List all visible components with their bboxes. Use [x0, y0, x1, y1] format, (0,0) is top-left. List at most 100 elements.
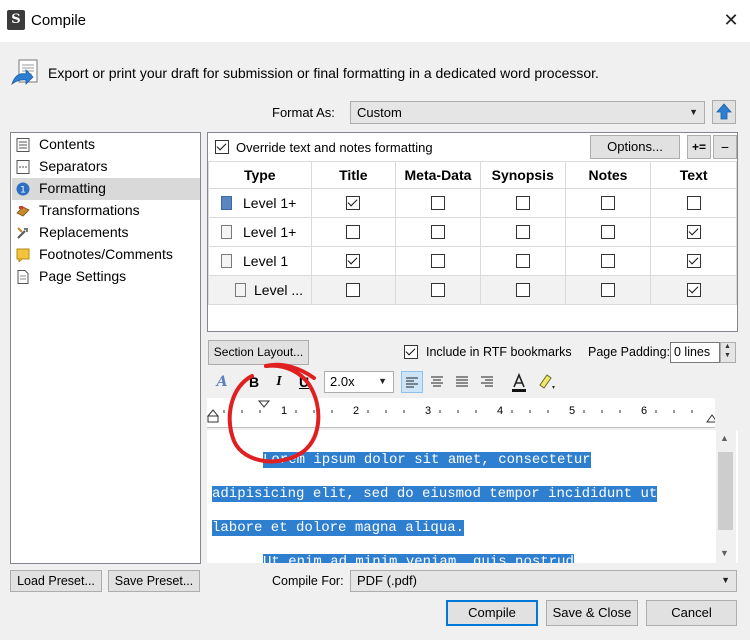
synopsis-checkbox[interactable] [515, 254, 530, 268]
column-header-synopsis: Synopsis [479, 161, 566, 189]
highlighter-icon [539, 374, 555, 389]
sample-text-editor[interactable]: Lorem ipsum dolor sit amet, consectetur … [207, 430, 738, 563]
cancel-button[interactable]: Cancel [646, 600, 737, 626]
compile-for-label: Compile For: [272, 574, 344, 588]
options-button[interactable]: Options... [590, 135, 680, 159]
chevron-down-icon: ▼ [724, 352, 731, 359]
title-checkbox[interactable] [346, 196, 361, 210]
formatting-levels-table: Type Title Meta-Data Synopsis Notes Text… [208, 161, 737, 305]
column-header-metadata: Meta-Data [395, 161, 481, 189]
sidebar-item-replacements[interactable]: Replacements [12, 222, 200, 244]
document-icon [221, 254, 232, 268]
metadata-checkbox[interactable] [430, 225, 445, 239]
align-justify-button[interactable] [452, 371, 474, 393]
column-header-type: Type [208, 161, 312, 189]
sidebar-item-label: Contents [39, 136, 96, 152]
title-bar: S Compile ✕ [0, 0, 750, 42]
scroll-thumb[interactable] [718, 452, 733, 530]
metadata-checkbox[interactable] [430, 254, 445, 268]
notes-checkbox[interactable] [601, 283, 615, 297]
column-header-text: Text [650, 161, 737, 189]
page-icon [17, 270, 29, 284]
line-spacing-value: 2.0x [330, 374, 355, 389]
format-as-select[interactable]: Custom ▼ [350, 101, 705, 124]
page-padding-stepper[interactable]: ▲ ▼ [720, 342, 736, 363]
bold-button[interactable]: B [243, 371, 265, 393]
sidebar-item-contents[interactable]: Contents [12, 134, 200, 156]
text-checkbox[interactable] [686, 196, 701, 210]
compile-sidebar: Contents Separators 1 Formatting Transfo… [10, 132, 201, 564]
sidebar-item-page-settings[interactable]: Page Settings [12, 266, 200, 288]
line-spacing-select[interactable]: 2.0x ▼ [324, 371, 394, 393]
rtf-bookmarks-checkbox[interactable] [404, 345, 418, 359]
sidebar-item-footnotes-comments[interactable]: Footnotes/Comments [12, 244, 200, 266]
align-right-button[interactable] [477, 371, 499, 393]
footnotes-icon [16, 248, 30, 262]
title-checkbox[interactable] [346, 283, 361, 297]
align-left-button[interactable] [401, 371, 423, 393]
page-padding-input[interactable]: 0 lines [670, 342, 720, 363]
chevron-up-icon: ▲ [724, 343, 731, 350]
highlight-button[interactable] [534, 371, 558, 393]
text-checkbox[interactable] [686, 225, 701, 239]
section-layout-button[interactable]: Section Layout... [208, 340, 309, 365]
table-row[interactable]: Level 1 [208, 246, 737, 276]
override-formatting-checkbox[interactable] [215, 140, 229, 154]
arrow-up-icon [716, 103, 732, 120]
column-header-notes: Notes [564, 161, 652, 189]
compile-button[interactable]: Compile [446, 600, 538, 626]
scroll-down-icon[interactable]: ▼ [720, 548, 729, 558]
close-icon[interactable]: ✕ [720, 9, 742, 31]
table-row[interactable]: Level 1+ [208, 188, 737, 218]
styles-icon[interactable]: A [213, 371, 231, 393]
notes-checkbox[interactable] [601, 225, 615, 239]
format-as-label: Format As: [272, 105, 335, 120]
table-row[interactable]: Level 1+ [208, 217, 737, 247]
replacements-icon [17, 227, 28, 239]
column-header-title: Title [310, 161, 397, 189]
title-checkbox[interactable] [346, 225, 361, 239]
sidebar-item-label: Formatting [39, 180, 106, 196]
notes-checkbox[interactable] [601, 254, 615, 268]
text-color-button[interactable] [508, 371, 530, 393]
text-checkbox[interactable] [686, 283, 701, 297]
text-checkbox[interactable] [686, 254, 701, 268]
compile-for-select[interactable]: PDF (.pdf) ▼ [350, 570, 737, 592]
italic-button[interactable]: I [268, 371, 290, 393]
sidebar-item-separators[interactable]: Separators [12, 156, 200, 178]
synopsis-checkbox[interactable] [515, 225, 530, 239]
add-level-button[interactable]: += [687, 135, 711, 159]
table-row[interactable]: Level ... [208, 275, 737, 305]
save-preset-button[interactable]: Save Preset... [108, 570, 200, 592]
level-type-label: Level 1 [243, 253, 289, 269]
save-close-button[interactable]: Save & Close [546, 600, 638, 626]
sidebar-item-label: Separators [39, 158, 108, 174]
sidebar-item-label: Transformations [39, 202, 140, 218]
load-preset-button[interactable]: Load Preset... [10, 570, 102, 592]
synopsis-checkbox[interactable] [515, 196, 530, 210]
sidebar-item-formatting[interactable]: 1 Formatting [12, 178, 200, 200]
synopsis-checkbox[interactable] [515, 283, 530, 297]
compile-export-icon [11, 59, 38, 86]
text-ruler[interactable]: 1 2 3 4 5 6 [207, 398, 715, 428]
separator-icon [16, 160, 30, 174]
ruler-number: 4 [497, 405, 504, 417]
title-checkbox[interactable] [346, 254, 361, 268]
underline-button[interactable]: U [293, 371, 315, 393]
sample-text-line: Lorem ipsum dolor sit amet, consectetur [263, 452, 591, 468]
scroll-up-icon[interactable]: ▲ [720, 433, 729, 443]
metadata-checkbox[interactable] [430, 196, 445, 210]
chevron-down-icon: ▼ [721, 575, 730, 585]
metadata-checkbox[interactable] [430, 283, 445, 297]
format-as-value: Custom [357, 105, 402, 120]
remove-level-button[interactable]: − [713, 135, 737, 159]
level-type-label: Level ... [254, 282, 304, 298]
format-upload-button[interactable] [712, 100, 736, 124]
notes-checkbox[interactable] [601, 196, 615, 210]
editor-scrollbar[interactable]: ▲ ▼ [716, 430, 736, 563]
window-title: Compile [31, 12, 87, 29]
override-formatting-label: Override text and notes formatting [236, 140, 433, 155]
sidebar-item-transformations[interactable]: Transformations [12, 200, 200, 222]
align-center-button[interactable] [427, 371, 449, 393]
compile-for-value: PDF (.pdf) [357, 573, 417, 588]
